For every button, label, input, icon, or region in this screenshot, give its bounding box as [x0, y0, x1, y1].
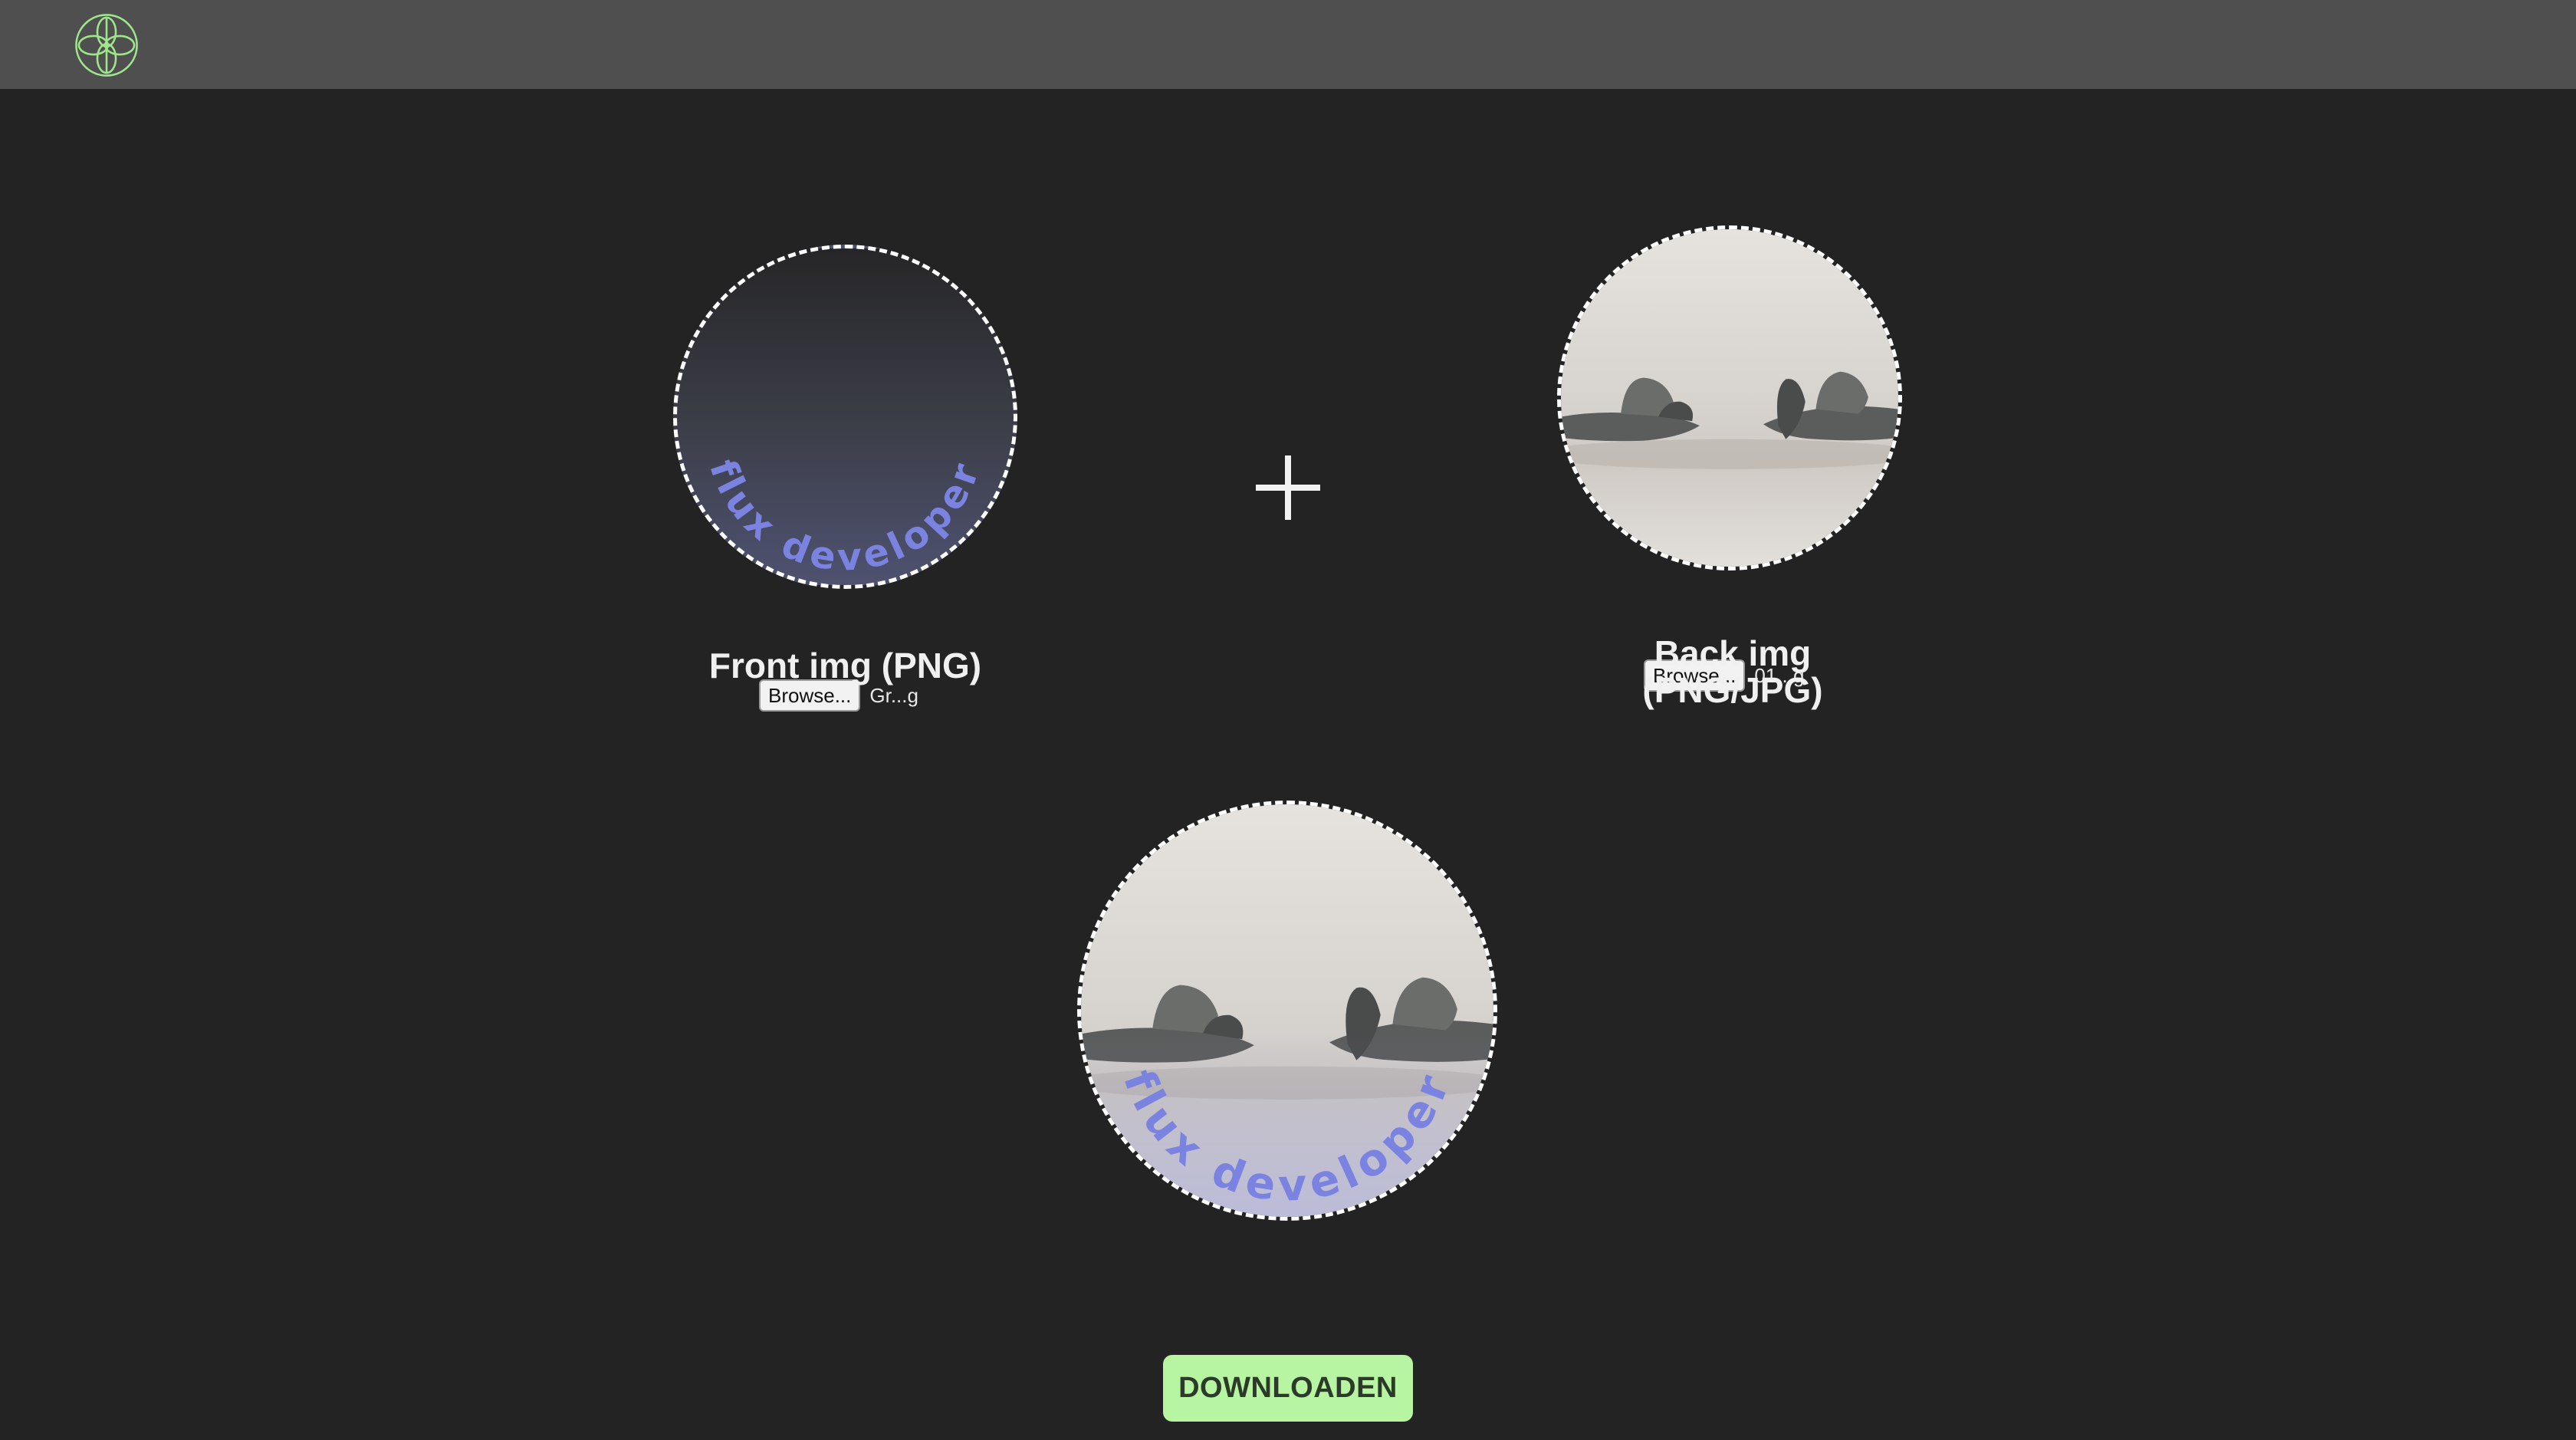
front-filename: Gr...g	[869, 683, 918, 707]
result-image: flux developer	[1081, 804, 1493, 1217]
front-image-preview: flux developer	[701, 454, 989, 580]
back-image-label: Back img (PNG/JPG)	[1541, 635, 1924, 708]
back-image-preview	[1561, 229, 1898, 567]
front-overlay-text: flux developer	[701, 454, 984, 580]
svg-text:flux developer: flux developer	[701, 454, 989, 580]
download-button[interactable]: DOWNLOADEN	[1163, 1355, 1413, 1422]
back-label-line1: Back img	[1654, 633, 1812, 673]
flower-logo-icon[interactable]	[74, 12, 140, 78]
front-image-dropzone[interactable]: flux developer	[673, 245, 1017, 589]
main-content: flux developer Browse... Gr...g Front im…	[0, 89, 2576, 1440]
result-preview: flux developer	[1077, 801, 1497, 1221]
top-bar	[0, 0, 2576, 89]
front-image-label: Front img (PNG)	[708, 646, 982, 685]
plus-icon	[1256, 455, 1320, 520]
back-label-line2: (PNG/JPG)	[1642, 670, 1823, 710]
back-image-dropzone[interactable]	[1557, 225, 1902, 570]
